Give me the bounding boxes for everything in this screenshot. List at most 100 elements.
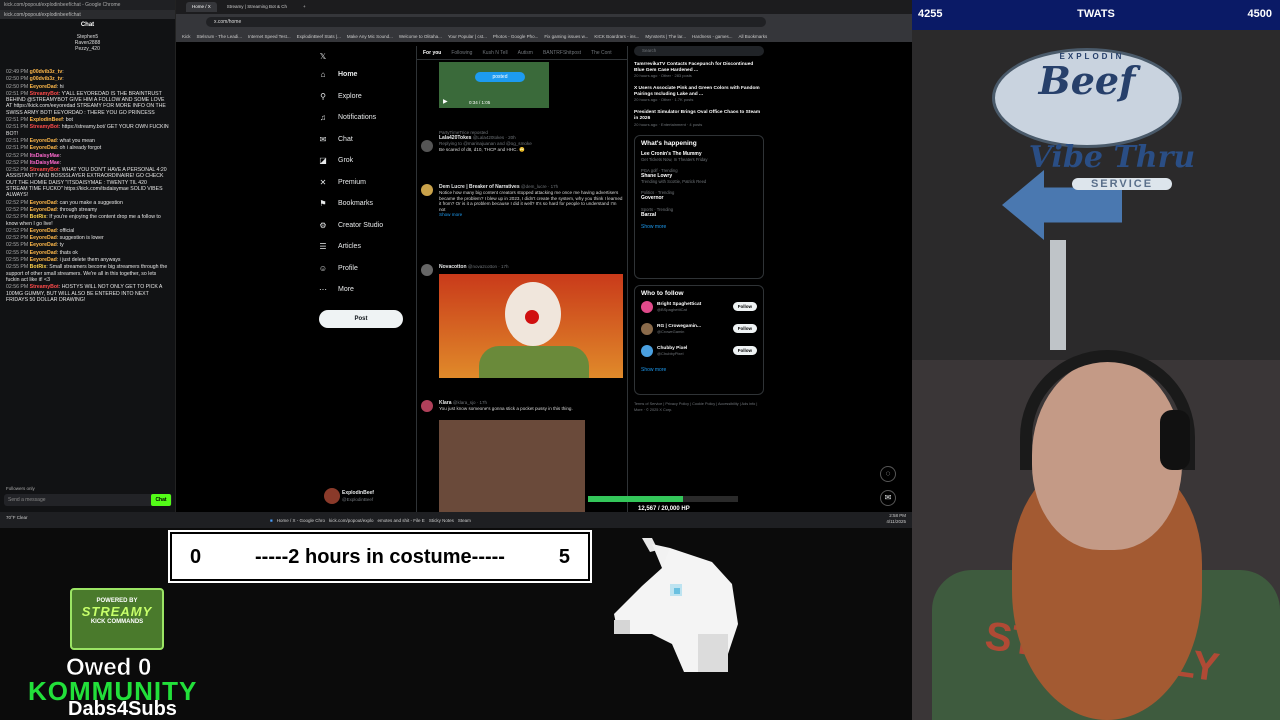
nav-more[interactable]: ⋯ More [316,279,412,301]
trend-item[interactable]: Sports · Trending Barzal [641,207,757,218]
chat-username[interactable]: BotRix [30,214,47,220]
follow-suggestion[interactable]: Bright Spaghetticat @BSpaghettiCat Follow [641,300,757,313]
chat-message[interactable]: 02:52 PM EeyoreDad: through streamy [6,207,169,213]
bookmark-item[interactable]: Make Any Mic Sound... [347,34,393,39]
news-item[interactable]: President Simulator Brings Oval Office C… [634,110,764,126]
chat-username[interactable]: StreamyBot [30,124,59,130]
chat-message[interactable]: 02:51 PM ExplodinBeef: bot [6,117,169,123]
chat-message[interactable]: 02:55 PM EeyoreDad: ty [6,242,169,248]
tab-streamy[interactable]: Streamy | Streaming Bot & Ch [221,2,293,12]
x-footer-links[interactable]: Terms of Service | Privacy Policy | Cook… [634,401,764,413]
chat-username[interactable]: ItsDaisyMae [30,160,60,166]
chat-message[interactable]: 02:56 PM StreamyBot: HOSTYS WILL NOT ONL… [6,284,169,303]
nav-home[interactable]: ⌂ Home [316,64,412,86]
chat-message[interactable]: 02:52 PM StreamyBot: WHAT YOU DON'T HAVE… [6,167,169,198]
grok-float-icon[interactable]: ◌ [880,466,896,482]
news-item[interactable]: TamrrevikaTV Contacts Facepunch for Disc… [634,62,764,78]
play-icon[interactable]: ▶ [443,98,448,105]
chat-message[interactable]: 02:49 PM g00dvib3z_tv: [6,69,169,75]
chat-message[interactable]: 02:50 PM EeyoreDad: hi [6,84,169,90]
nav-bookmarks[interactable]: ⚑ Bookmarks [316,193,412,215]
feed-tab[interactable]: Autism [518,50,533,56]
bookmark-item[interactable]: Hardness - games... [692,34,733,39]
new-tab-button[interactable]: + [297,2,312,12]
bookmark-item[interactable]: Stelsrum - The Leadi... [197,34,242,39]
bookmark-item[interactable]: All Bookmarks [739,34,768,39]
chat-username[interactable]: g00dvib3z_tv [30,69,63,75]
feed-tab[interactable]: The Cont [591,50,612,56]
bookmark-item[interactable]: Fix gaming issues w... [544,34,588,39]
chat-username[interactable]: EeyoreDad [30,242,57,248]
taskbar-item[interactable]: Sticky Notes [429,518,454,523]
chat-username[interactable]: EeyoreDad [30,200,57,206]
follow-suggestion[interactable]: RG | Crowegamin... @CroweGamin Follow [641,322,757,335]
chat-message[interactable]: 02:52 PM EeyoreDad: suggestion is lower [6,235,169,241]
chat-username[interactable]: EeyoreDad [30,228,57,234]
nav-articles[interactable]: ☰ Articles [316,236,412,258]
post-button[interactable]: Post [319,310,403,328]
tab-home-x[interactable]: Home / X [186,2,217,12]
avatar[interactable] [421,184,433,196]
nav-chat[interactable]: ✉ Chat [316,129,412,151]
trend-item[interactable]: Politics · Trending Governor [641,190,757,201]
chat-username[interactable]: ItsDaisyMae [30,153,60,159]
taskbar-clock[interactable]: 2:58 PM 4/11/2025 [886,513,906,525]
taskbar-item[interactable]: Steam [458,518,471,523]
avatar[interactable] [641,300,653,313]
bookmark-item[interactable]: ExplodinBeef Stats |... [297,34,341,39]
nav-grok[interactable]: ◪ Grok [316,150,412,172]
avatar[interactable] [421,264,433,276]
chat-username[interactable]: StreamyBot [30,284,59,290]
taskbar-item[interactable]: Home / X - Google Chro [277,518,325,523]
avatar[interactable] [641,322,653,335]
nav-explore[interactable]: ⚲ Explore [316,86,412,108]
chat-message[interactable]: 02:52 PM EeyoreDad: official [6,228,169,234]
bookmark-item[interactable]: Your Popular | cst... [448,34,487,39]
bookmark-item[interactable]: Kick [182,34,191,39]
avatar[interactable] [641,344,653,357]
nav-notifications[interactable]: ♫ Notifications [316,107,412,129]
chat-message[interactable]: 02:52 PM ItsDaisyMae: [6,160,169,166]
bookmark-item[interactable]: Welcome to Olitaha... [399,34,442,39]
follow-button[interactable]: Follow [732,346,757,356]
chat-message[interactable]: 02:51 PM StreamyBot: https://streamy.bot… [6,124,169,137]
chat-username[interactable]: BotRix [30,264,47,270]
chat-username[interactable]: StreamyBot [30,91,59,97]
tweet[interactable]: PartyTimeTrice reposted Lala420Tokes @La… [417,130,627,152]
nav-profile[interactable]: ☺ Profile [316,258,412,280]
chat-message[interactable]: 02:52 PM EeyoreDad: can you make a sugge… [6,200,169,206]
x-search-input[interactable]: Search [634,46,764,56]
follow-suggestion[interactable]: Chubby Pixel @ChubbyPixel Follow [641,344,757,357]
chat-message[interactable]: 02:50 PM g00dvib3z_tv: [6,76,169,82]
show-more-follows[interactable]: Show more [641,367,757,373]
bookmark-item[interactable]: KICK Boardrars - ins... [594,34,639,39]
chat-url[interactable]: kick.com/popout/explodinbeef/chat [0,10,175,19]
chat-message[interactable]: 02:55 PM EeyoreDad: i just delete them a… [6,257,169,263]
feed-tab[interactable]: For you [423,50,441,56]
windows-start-icon[interactable]: ■ [270,518,273,523]
bookmark-item[interactable]: Photos - Google Pho... [493,34,539,39]
tweet-image[interactable] [439,420,585,512]
chat-message[interactable]: 02:55 PM EeyoreDad: thats ok [6,250,169,256]
nav-creator-studio[interactable]: ⚙ Creator Studio [316,215,412,237]
show-more-trends[interactable]: Show more [641,224,757,230]
chat-input[interactable]: Send a message [4,494,172,506]
trend-item[interactable]: Lee Cronin's The Mummy Get Tickets Now, I… [641,151,757,162]
news-item[interactable]: X Users Associate Pink and Green Colors … [634,86,764,102]
trend-item[interactable]: PGA golf · Trending Shane Lowry Trending w… [641,168,757,184]
weather-widget[interactable]: 70°F Clear [6,515,28,520]
x-logo[interactable]: 𝕏 [316,48,412,64]
chat-message[interactable]: 02:51 PM EeyoreDad: what you mean [6,138,169,144]
tweet-author[interactable]: Novacotton [439,264,467,270]
tweet[interactable]: Klara @klara_sjo · 17h You just know som… [417,400,627,412]
chat-username[interactable]: EeyoreDad [30,145,57,151]
follow-button[interactable]: Follow [732,302,757,312]
messages-float-icon[interactable]: ✉ [880,490,896,506]
taskbar-item[interactable]: emotes and shit - File E [378,518,425,523]
chat-message[interactable]: 02:52 PM ItsDaisyMae: [6,153,169,159]
avatar[interactable] [421,400,433,412]
account-avatar[interactable] [324,488,340,504]
feed-tab[interactable]: Following [451,50,472,56]
address-bar[interactable]: x.com/home [206,17,766,27]
clown-video[interactable] [439,274,623,378]
